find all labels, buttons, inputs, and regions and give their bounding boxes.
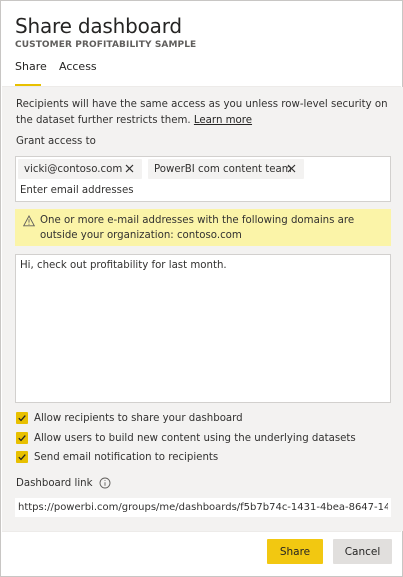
footer-divider (2, 531, 401, 532)
option-allow-build[interactable]: Allow users to build new content using t… (16, 431, 356, 445)
share-button[interactable]: Share (267, 539, 323, 564)
warning-icon (23, 215, 35, 227)
share-description: Recipients will have the same access as … (16, 97, 392, 129)
dashboard-link-label: Dashboard link (16, 477, 93, 489)
external-domain-warning: One or more e-mail addresses with the fo… (15, 209, 391, 246)
learn-more-link[interactable]: Learn more (194, 115, 252, 126)
allow-build-checkbox[interactable] (16, 432, 28, 444)
recipient-chip: vicki@contoso.com (18, 159, 142, 179)
checkmark-icon (18, 454, 26, 461)
option-send-email[interactable]: Send email notification to recipients (16, 450, 218, 464)
message-textarea[interactable]: Hi, check out profitability for last mon… (15, 254, 391, 403)
email-input[interactable] (20, 181, 380, 199)
checkmark-icon (18, 415, 26, 422)
tab-share[interactable]: Share (15, 60, 47, 86)
dialog-subtitle: CUSTOMER PROFITABILITY SAMPLE (15, 40, 197, 50)
send-email-label: Send email notification to recipients (34, 451, 219, 463)
close-icon[interactable] (123, 162, 136, 175)
send-email-checkbox[interactable] (16, 451, 28, 463)
tab-access-label: Access (59, 60, 97, 73)
close-icon[interactable] (285, 162, 298, 175)
tab-access[interactable]: Access (59, 60, 97, 86)
recipient-chip-label: PowerBI com content team (154, 163, 292, 175)
recipient-chip: PowerBI com content team (148, 159, 304, 179)
allow-reshare-checkbox[interactable] (16, 412, 28, 424)
recipient-chip-label: vicki@contoso.com (24, 163, 123, 175)
allow-build-label: Allow users to build new content using t… (34, 432, 356, 444)
grant-access-label: Grant access to (16, 136, 96, 147)
recipients-picker[interactable]: vicki@contoso.com PowerBI com content te… (15, 156, 391, 202)
info-icon[interactable] (99, 477, 111, 489)
cancel-button[interactable]: Cancel (333, 539, 392, 564)
warning-text: One or more e-mail addresses with the fo… (40, 215, 355, 241)
option-allow-reshare[interactable]: Allow recipients to share your dashboard (16, 411, 243, 425)
tab-share-label: Share (15, 60, 47, 73)
share-dashboard-dialog: Share dashboard CUSTOMER PROFITABILITY S… (0, 0, 403, 577)
dashboard-link-field[interactable] (15, 498, 391, 517)
checkmark-icon (18, 435, 26, 442)
dialog-title: Share dashboard (15, 14, 182, 38)
dashboard-link-header: Dashboard link (16, 476, 111, 490)
allow-reshare-label: Allow recipients to share your dashboard (34, 412, 243, 424)
